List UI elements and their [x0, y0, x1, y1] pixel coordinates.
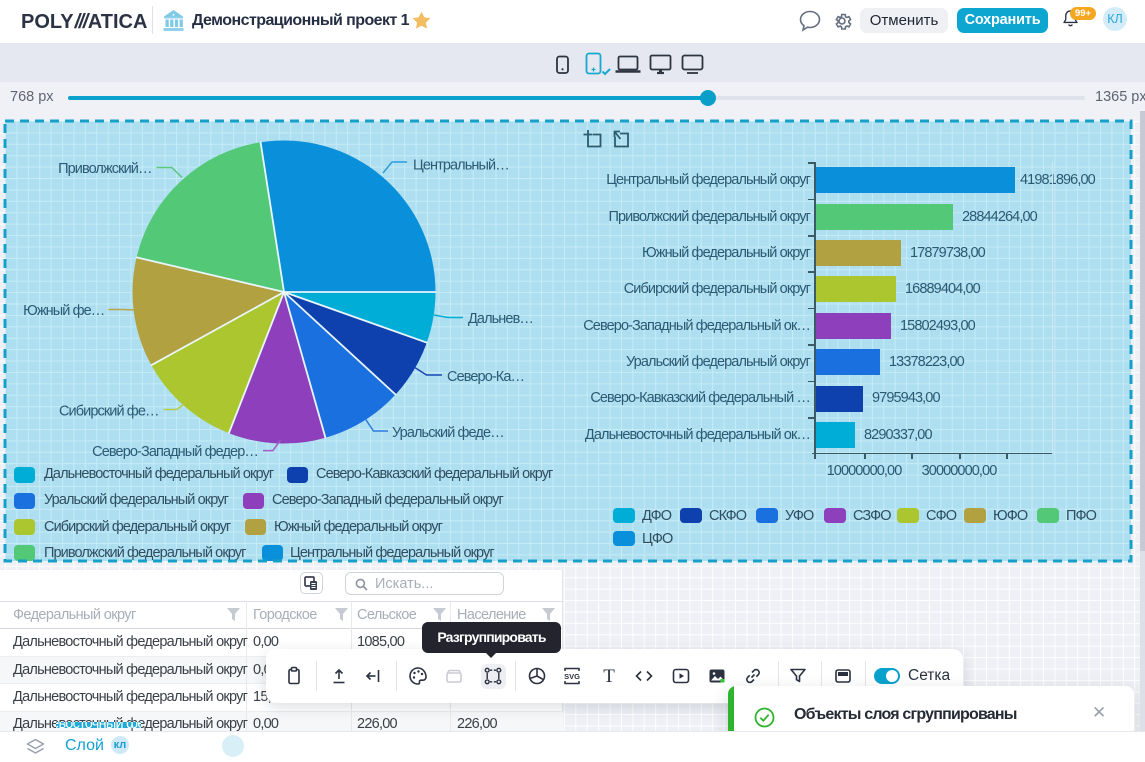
svg-text:SVG: SVG — [564, 672, 580, 681]
